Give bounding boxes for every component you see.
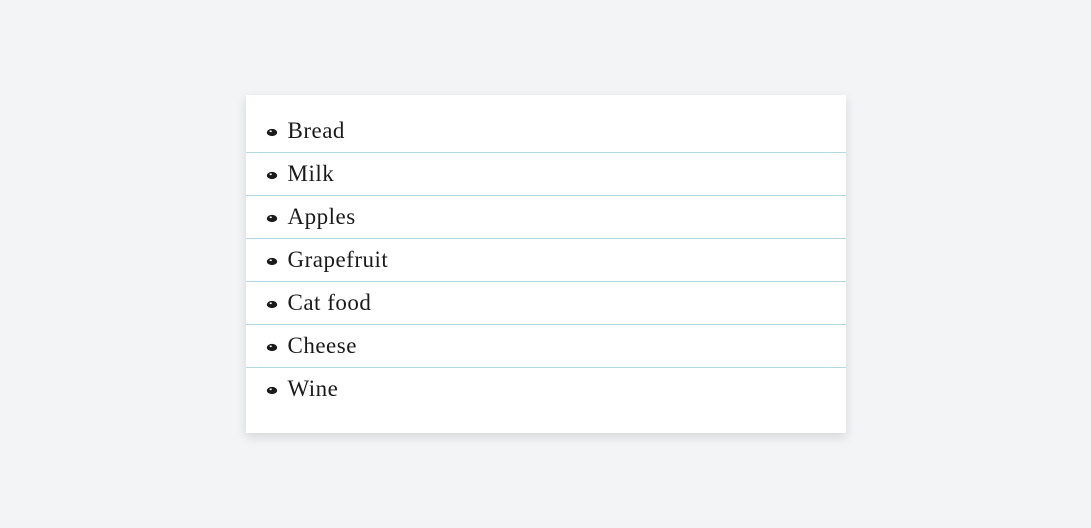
bullet-icon xyxy=(266,343,278,352)
bullet-icon xyxy=(266,128,278,137)
bullet-icon xyxy=(266,300,278,309)
item-label: Grapefruit xyxy=(288,247,389,273)
list-item: Bread xyxy=(246,110,846,153)
list-item: Cheese xyxy=(246,325,846,368)
item-label: Bread xyxy=(288,118,345,144)
bullet-icon xyxy=(266,386,278,395)
list-item: Cat food xyxy=(246,282,846,325)
bullet-icon xyxy=(266,257,278,266)
item-label: Cat food xyxy=(288,290,372,316)
list-item: Grapefruit xyxy=(246,239,846,282)
list-item: Apples xyxy=(246,196,846,239)
bullet-icon xyxy=(266,171,278,180)
item-label: Wine xyxy=(288,376,339,402)
shopping-list: Bread Milk Apples Grapefruit Cat food xyxy=(246,110,846,410)
list-item: Wine xyxy=(246,368,846,410)
shopping-list-card: Bread Milk Apples Grapefruit Cat food xyxy=(246,95,846,433)
list-item: Milk xyxy=(246,153,846,196)
item-label: Cheese xyxy=(288,333,357,359)
item-label: Milk xyxy=(288,161,335,187)
bullet-icon xyxy=(266,214,278,223)
item-label: Apples xyxy=(288,204,356,230)
